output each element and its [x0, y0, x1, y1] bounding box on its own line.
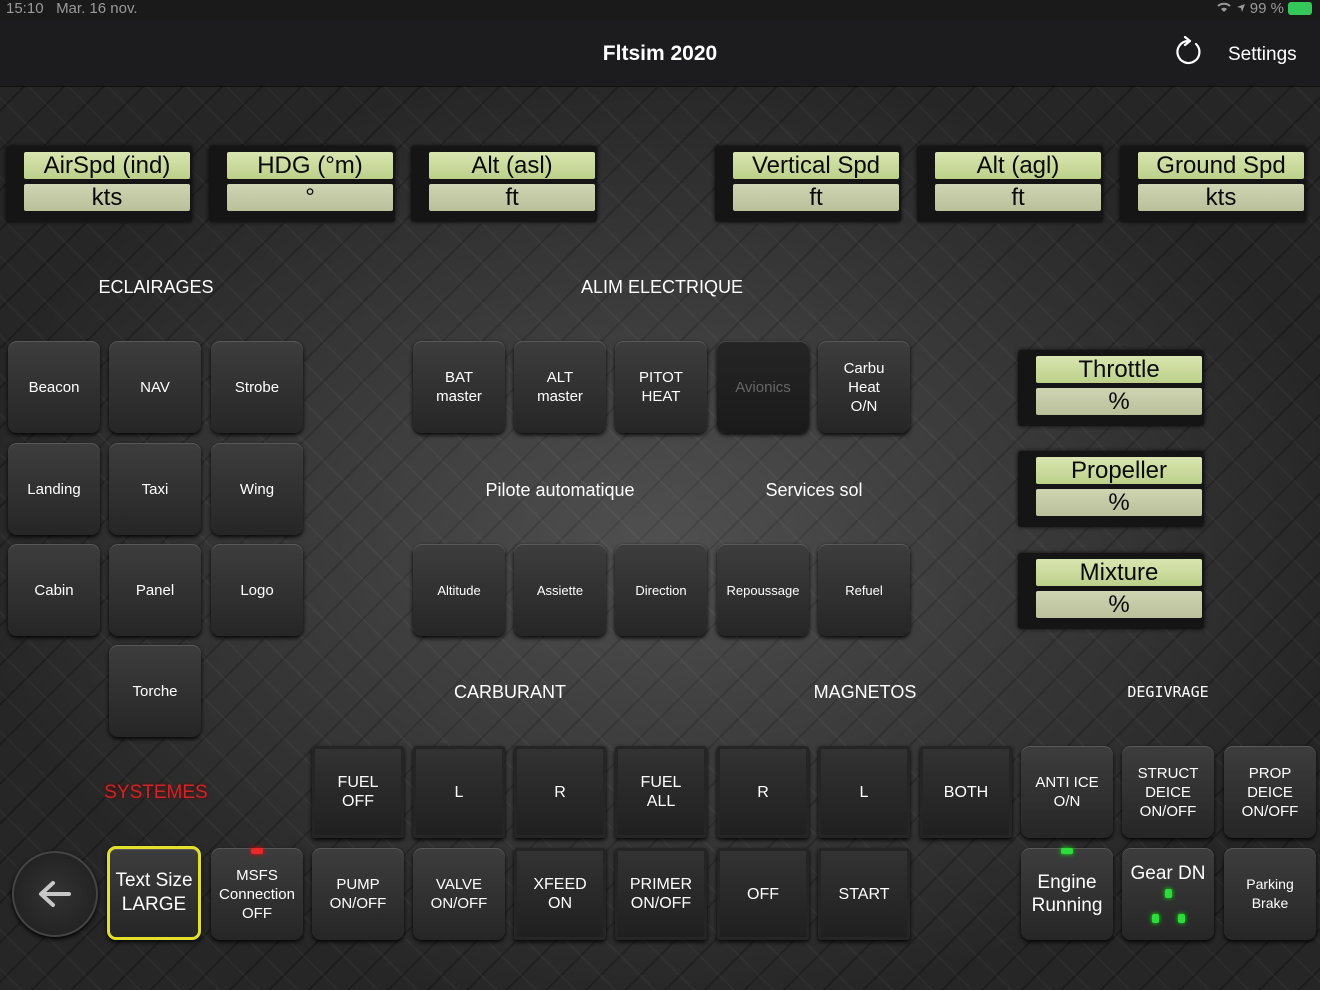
xfeed-button[interactable]: XFEED ON — [514, 848, 606, 940]
status-date: Mar. 16 nov. — [56, 0, 138, 17]
autopilot-direction-button[interactable]: Direction — [615, 544, 707, 636]
gauge-unit: % — [1036, 591, 1202, 618]
autopilot-altitude-button[interactable]: Altitude — [413, 544, 505, 636]
logo-light-button[interactable]: Logo — [211, 544, 303, 636]
alt-master-button[interactable]: ALT master — [514, 341, 606, 433]
torche-button[interactable]: Torche — [109, 645, 201, 737]
gauge-altitude-asl: Alt (asl) ft — [411, 146, 597, 222]
gear-right-led — [1178, 914, 1185, 923]
magneto-start-button[interactable]: START — [818, 848, 910, 940]
fuel-left-button[interactable]: L — [413, 746, 505, 838]
wing-light-button[interactable]: Wing — [211, 443, 303, 535]
msfs-connection-button[interactable]: MSFS Connection OFF — [211, 848, 303, 940]
section-systemes: SYSTEMES — [104, 782, 208, 803]
gauge-airspeed: AirSpd (ind) kts — [6, 146, 192, 222]
gauge-label: HDG (°m) — [227, 152, 393, 179]
section-services-sol: Services sol — [765, 480, 863, 500]
gauge-ground-speed: Ground Spd kts — [1120, 146, 1306, 222]
gauge-throttle: Throttle % — [1018, 350, 1204, 426]
pitot-heat-button[interactable]: PITOT HEAT — [615, 341, 707, 433]
refuel-button[interactable]: Refuel — [818, 544, 910, 636]
gauge-label: AirSpd (ind) — [24, 152, 190, 179]
struct-deice-button[interactable]: STRUCT DEICE ON/OFF — [1122, 746, 1214, 838]
gauge-label: Alt (agl) — [935, 152, 1101, 179]
section-carburant: CARBURANT — [453, 682, 566, 702]
bat-master-button[interactable]: BAT master — [413, 341, 505, 433]
app-title: Fltsim 2020 — [602, 42, 718, 65]
gauge-label: Ground Spd — [1138, 152, 1304, 179]
gauge-heading: HDG (°m) ° — [209, 146, 395, 222]
battery-percent: 99 % — [1249, 0, 1284, 17]
gauge-label: Mixture — [1036, 559, 1202, 586]
fuel-all-button[interactable]: FUEL ALL — [615, 746, 707, 838]
gauge-unit: ft — [429, 184, 595, 211]
autopilot-assiette-button[interactable]: Assiette — [514, 544, 606, 636]
magneto-right-button[interactable]: R — [717, 746, 809, 838]
gauge-unit: % — [1036, 388, 1202, 415]
section-degivrage: DEGIVRAGE — [1127, 683, 1209, 701]
fuel-pump-button[interactable]: PUMP ON/OFF — [312, 848, 404, 940]
gauge-propeller: Propeller % — [1018, 451, 1204, 527]
prop-deice-button[interactable]: PROP DEICE ON/OFF — [1224, 746, 1316, 838]
status-bar: 15:10 Mar. 16 nov. 99 % — [0, 0, 1320, 20]
gauge-altitude-agl: Alt (agl) ft — [917, 146, 1103, 222]
magneto-left-button[interactable]: L — [818, 746, 910, 838]
gauge-unit: % — [1036, 489, 1202, 516]
settings-button[interactable]: Settings — [1228, 44, 1297, 66]
fuel-valve-button[interactable]: VALVE ON/OFF — [413, 848, 505, 940]
primer-button[interactable]: PRIMER ON/OFF — [615, 848, 707, 940]
cabin-light-button[interactable]: Cabin — [8, 544, 100, 636]
gauge-label: Propeller — [1036, 457, 1202, 484]
landing-light-button[interactable]: Landing — [8, 443, 100, 535]
engine-running-button[interactable]: Engine Running — [1021, 848, 1113, 940]
gauge-vertical-speed: Vertical Spd ft — [715, 146, 901, 222]
parking-brake-button[interactable]: Parking Brake — [1224, 848, 1316, 940]
fuel-right-button[interactable]: R — [514, 746, 606, 838]
gauge-label: Throttle — [1036, 356, 1202, 383]
msfs-status-led — [251, 848, 263, 854]
strobe-button[interactable]: Strobe — [211, 341, 303, 433]
gauge-unit: kts — [1138, 184, 1304, 211]
text-size-button[interactable]: Text Size LARGE — [107, 846, 201, 940]
carbu-heat-button[interactable]: Carbu Heat O/N — [818, 341, 910, 433]
section-alim-electrique: ALIM ELECTRIQUE — [580, 277, 744, 297]
taxi-light-button[interactable]: Taxi — [109, 443, 201, 535]
status-time: 15:10 Mar. 16 nov. — [6, 0, 138, 17]
battery-icon — [1288, 2, 1312, 15]
nav-bar: Fltsim 2020 Settings — [0, 20, 1320, 87]
gauge-mixture: Mixture % — [1018, 553, 1204, 629]
engine-status-led — [1061, 848, 1073, 854]
nav-light-button[interactable]: NAV — [109, 341, 201, 433]
gear-nose-led — [1165, 889, 1172, 898]
magneto-both-button[interactable]: BOTH — [920, 746, 1012, 838]
arrow-left-icon — [39, 881, 71, 907]
gauge-unit: ft — [935, 184, 1101, 211]
section-eclairages: ECLAIRAGES — [98, 277, 214, 297]
gauge-unit: kts — [24, 184, 190, 211]
fuel-off-button[interactable]: FUEL OFF — [312, 746, 404, 838]
gear-label: Gear DN — [1130, 863, 1206, 884]
avionics-button[interactable]: Avionics — [717, 341, 809, 433]
anti-ice-button[interactable]: ANTI ICE O/N — [1021, 746, 1113, 838]
wifi-icon — [1216, 0, 1232, 17]
gauge-label: Alt (asl) — [429, 152, 595, 179]
section-magnetos: MAGNETOS — [813, 682, 917, 702]
location-icon — [1236, 0, 1246, 17]
panel-light-button[interactable]: Panel — [109, 544, 201, 636]
section-pilote-automatique: Pilote automatique — [485, 480, 635, 500]
beacon-button[interactable]: Beacon — [8, 341, 100, 433]
refresh-icon[interactable] — [1172, 35, 1204, 68]
magneto-off-button[interactable]: OFF — [717, 848, 809, 940]
status-right: 99 % — [1216, 0, 1312, 17]
gear-left-led — [1152, 914, 1159, 923]
gauge-unit: ft — [733, 184, 899, 211]
back-button[interactable] — [12, 851, 98, 937]
gauge-label: Vertical Spd — [733, 152, 899, 179]
repoussage-button[interactable]: Repoussage — [717, 544, 809, 636]
gauge-unit: ° — [227, 184, 393, 211]
